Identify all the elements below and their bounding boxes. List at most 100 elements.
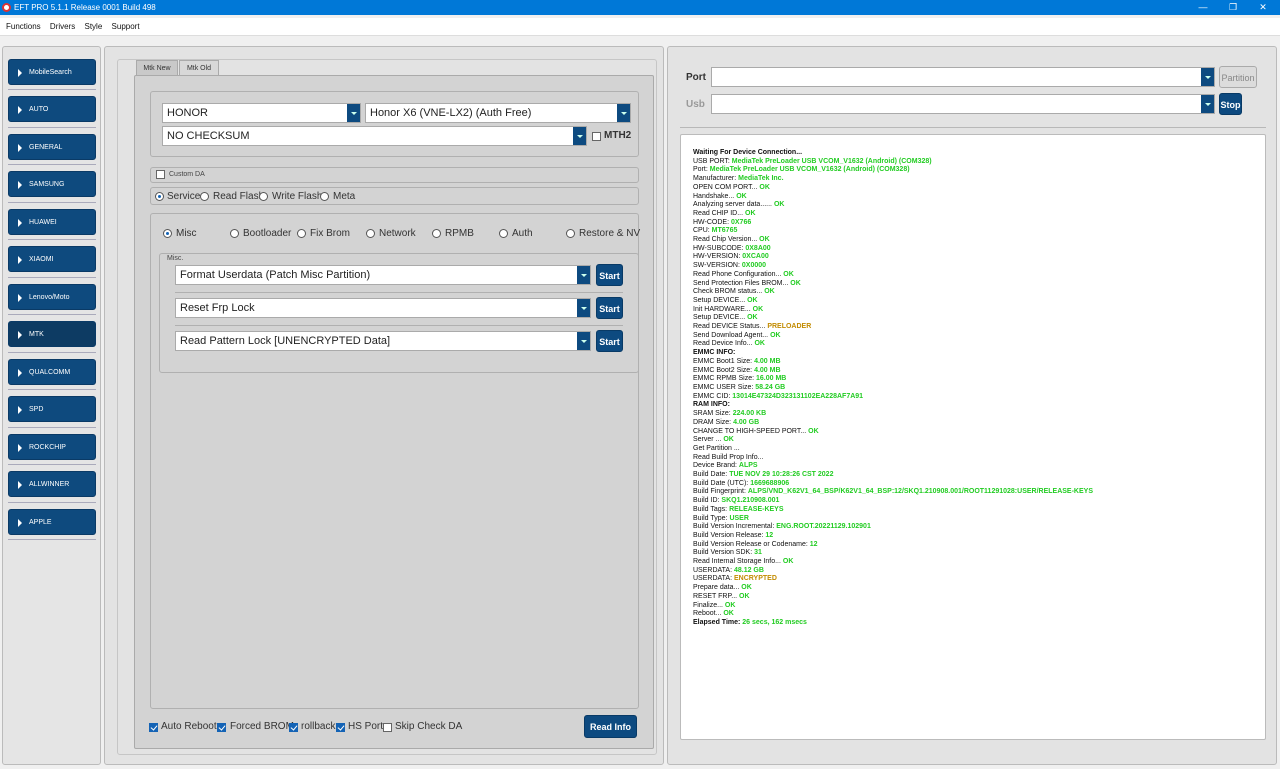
log-line: Read DEVICE Status... PRELOADER [693,323,1265,332]
sidebar-item-mtk[interactable]: MTK [8,321,96,347]
read-info-button[interactable]: Read Info [584,715,637,738]
sidebar-item-spd[interactable]: SPD [8,396,96,422]
tab-mtk-new[interactable]: Mtk New [136,60,178,76]
function-area: Misc Bootloader Fix Brom Network RPMB Au… [150,213,640,709]
divider [8,352,96,353]
checksum-select-value: NO CHECKSUM [167,130,250,142]
bootloader-radio[interactable] [230,229,239,238]
log-line: Prepare data... OK [693,584,1265,593]
auth-radio[interactable] [499,229,508,238]
rollback-checkbox[interactable] [289,723,298,732]
log-label: RESET FRP... [693,592,740,600]
sidebar-item-auto[interactable]: AUTO [8,96,96,122]
start-button[interactable]: Start [596,264,623,286]
log-label: Build Version SDK: [693,549,755,557]
skip-check-da-checkbox[interactable] [383,723,392,732]
network-radio[interactable] [366,229,375,238]
caret-right-icon [18,519,22,527]
log-line: EMMC CID: 13014E47324D323131102EA228AF7A… [693,393,1265,402]
log-value: USER [729,514,749,522]
log-value: MediaTek PreLoader USB VCOM_V1632 (Andro… [709,166,910,174]
sidebar-item-qualcomm[interactable]: QUALCOMM [8,359,96,385]
sidebar-item-rockchip[interactable]: ROCKCHIP [8,434,96,460]
log-line: Setup DEVICE... OK [693,297,1265,306]
sidebar-item-label: GENERAL [29,144,63,151]
meta-radio[interactable] [320,192,329,201]
log-line: Build Version Release or Codename: 12 [693,541,1265,550]
rpmb-label: RPMB [445,228,474,239]
restore-nv-radio[interactable] [566,229,575,238]
log-label: HW-SUBCODE: [693,244,746,252]
model-select-value: Honor X6 (VNE-LX2) (Auth Free) [370,107,532,119]
log-value: OK [741,584,752,592]
rpmb-radio[interactable] [432,229,441,238]
log-line: Reboot... OK [693,610,1265,619]
checksum-select[interactable]: NO CHECKSUM [162,126,587,146]
start-button[interactable]: Start [596,330,623,352]
menu-drivers[interactable]: Drivers [50,22,75,31]
log-label: Build Date: [693,471,730,479]
sidebar-item-allwinner[interactable]: ALLWINNER [8,471,96,497]
fix-brom-radio[interactable] [297,229,306,238]
log-line: EMMC Boot1 Size: 4.00 MB [693,358,1265,367]
options-bar: Auto Reboot Forced BROM rollback HS Port… [145,713,639,743]
service-radio[interactable] [155,192,164,201]
read-flash-radio[interactable] [200,192,209,201]
log-value: OK [724,601,736,609]
sidebar-item-lenovo-moto[interactable]: Lenovo/Moto [8,284,96,310]
divider [8,127,96,128]
network-label: Network [379,228,416,239]
log-value: MediaTek PreLoader USB VCOM_V1632 (Andro… [731,157,932,165]
auto-reboot-checkbox[interactable] [149,723,158,732]
log-label: Setup DEVICE... [693,296,748,304]
menu-support[interactable]: Support [112,22,140,31]
log-label: Build Version Release: [693,531,766,539]
log-line: Manufacturer: MediaTek Inc. [693,175,1265,184]
chevron-down-icon [577,332,590,350]
forced-brom-checkbox[interactable] [217,723,226,732]
custom-da-checkbox[interactable] [156,170,165,179]
hs-port-checkbox[interactable] [336,723,345,732]
log-value: ALPS/VND_K62V1_64_BSP/K62V1_64_BSP:12/SK… [747,488,1093,496]
sidebar-item-samsung[interactable]: SAMSUNG [8,171,96,197]
frp-function-select[interactable]: Reset Frp Lock [175,298,591,318]
sidebar-item-xiaomi[interactable]: XIAOMI [8,246,96,272]
stop-button[interactable]: Stop [1219,93,1242,115]
log-line: OPEN COM PORT... OK [693,184,1265,193]
sidebar-item-general[interactable]: GENERAL [8,134,96,160]
log-label: Server ... [693,436,724,444]
close-button[interactable]: ✕ [1248,0,1278,15]
mth2-checkbox[interactable] [592,132,601,141]
minimize-button[interactable]: — [1188,0,1218,15]
sidebar-item-mobilesearch[interactable]: MobileSearch [8,59,96,85]
frp-function-value: Reset Frp Lock [180,302,255,314]
log-value: OK [764,288,775,296]
chevron-down-icon [617,104,630,122]
port-select[interactable] [711,67,1215,87]
write-flash-radio[interactable] [259,192,268,201]
menu-style[interactable]: Style [85,22,103,31]
log-line: Handshake... OK [693,193,1265,202]
usb-select[interactable] [711,94,1215,114]
misc-function-select[interactable]: Format Userdata (Patch Misc Partition) [175,265,591,285]
divider [8,239,96,240]
log-value: OK [747,296,758,304]
misc-radio[interactable] [163,229,172,238]
menu-functions[interactable]: Functions [6,22,41,31]
maximize-button[interactable]: ❐ [1218,0,1248,15]
sidebar-item-apple[interactable]: APPLE [8,509,96,535]
pattern-function-select[interactable]: Read Pattern Lock [UNENCRYPTED Data] [175,331,591,351]
log-value: OK [782,558,794,566]
tab-mtk-old[interactable]: Mtk Old [179,60,219,76]
model-select[interactable]: Honor X6 (VNE-LX2) (Auth Free) [365,103,631,123]
log-value: 4.00 MB [754,357,781,365]
partition-button[interactable]: Partition [1219,66,1257,88]
sidebar-item-label: MobileSearch [29,69,72,76]
log-line: EMMC USER Size: 58.24 GB [693,384,1265,393]
connection-log-panel: Port Partition Usb Stop Waiting For Devi… [667,46,1277,765]
log-line: Build Version Release: 12 [693,532,1265,541]
start-button[interactable]: Start [596,297,623,319]
sidebar-item-huawei[interactable]: HUAWEI [8,209,96,235]
brand-select[interactable]: HONOR [162,103,361,123]
log-label: Prepare data... [693,584,742,592]
